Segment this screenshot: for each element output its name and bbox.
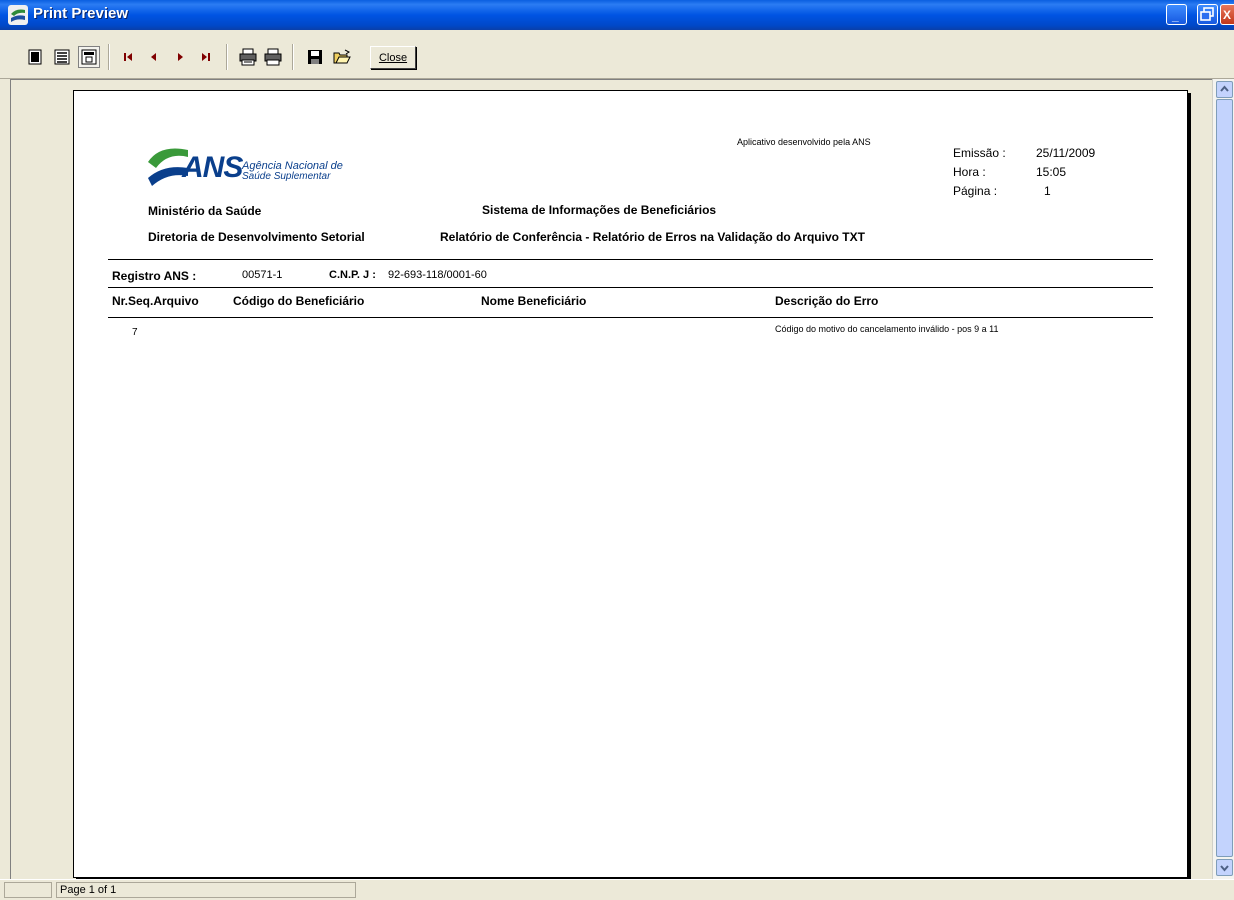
cnpj-label: C.N.P. J : — [329, 269, 376, 281]
scroll-up-icon — [1220, 85, 1229, 92]
app-note: Aplicativo desenvolvido pela ANS — [737, 137, 871, 147]
first-page-button[interactable] — [117, 46, 139, 68]
emissao-value: 25/11/2009 — [1036, 146, 1096, 160]
restore-button[interactable] — [1197, 4, 1218, 25]
column-header-codigo: Código do Beneficiário — [233, 294, 365, 308]
vertical-scrollbar[interactable] — [1212, 79, 1234, 879]
column-header-descricao: Descrição do Erro — [775, 294, 879, 308]
emissao-label: Emissão : — [953, 146, 1006, 160]
report-title: Relatório de Conferência - Relatório de … — [440, 230, 865, 244]
one-page-icon — [28, 49, 42, 65]
open-folder-icon — [333, 49, 351, 64]
print-button[interactable] — [262, 46, 284, 68]
close-window-button[interactable]: X — [1220, 4, 1234, 25]
registro-divider — [108, 287, 1153, 288]
last-page-icon — [202, 53, 210, 61]
scroll-down-button[interactable] — [1216, 859, 1233, 876]
pagina-label: Página : — [953, 184, 998, 198]
header-divider — [108, 259, 1153, 260]
pagina-value: 1 — [1044, 184, 1051, 198]
column-header-nome: Nome Beneficiário — [481, 294, 587, 308]
toolbar-separator — [226, 44, 228, 70]
logo-ans-text: ANS — [182, 151, 243, 184]
columns-divider — [108, 317, 1153, 318]
system-title: Sistema de Informações de Beneficiários — [482, 203, 717, 217]
save-disk-icon — [308, 50, 322, 64]
minimize-button[interactable]: _ — [1166, 4, 1187, 25]
hora-label: Hora : — [953, 165, 986, 179]
print-setup-button[interactable] — [237, 46, 259, 68]
next-page-button[interactable] — [169, 46, 191, 68]
save-button[interactable] — [304, 46, 326, 68]
column-header-seq: Nr.Seq.Arquivo — [112, 294, 199, 308]
printer-icon — [264, 48, 282, 66]
scroll-thumb[interactable] — [1216, 99, 1233, 857]
hora-value: 15:05 — [1036, 165, 1067, 179]
row-seq: 7 — [132, 327, 138, 338]
ministerio-text: Ministério da Saúde — [148, 204, 262, 218]
open-button[interactable] — [331, 46, 353, 68]
previous-page-icon — [151, 53, 156, 61]
first-page-icon — [124, 53, 132, 61]
status-bar: Page 1 of 1 — [0, 879, 1234, 900]
close-icon: X — [1223, 8, 1232, 22]
minimize-icon: _ — [1172, 9, 1179, 23]
page-indicator: Page 1 of 1 — [56, 882, 356, 898]
next-page-icon — [178, 53, 183, 61]
status-cell-empty — [4, 882, 52, 898]
scroll-up-button[interactable] — [1216, 81, 1233, 98]
page-width-icon — [54, 49, 70, 65]
logo-line2: Saúde Suplementar — [242, 171, 331, 182]
close-preview-button[interactable]: Close — [370, 46, 416, 69]
row-descricao: Código do motivo do cancelamento inválid… — [775, 324, 999, 334]
cnpj-value: 92-693-118/0001-60 — [388, 269, 487, 281]
page-width-view-button[interactable] — [51, 46, 73, 68]
printer-setup-icon — [239, 48, 257, 66]
one-page-view-button[interactable] — [24, 46, 46, 68]
title-bar: Print Preview _ X — [0, 0, 1234, 30]
diretoria-text: Diretoria de Desenvolvimento Setorial — [148, 230, 365, 244]
app-icon — [8, 5, 28, 25]
zoom-page-icon — [81, 49, 97, 65]
toolbar-separator — [108, 44, 110, 70]
registro-value: 00571-1 — [242, 269, 283, 281]
previous-page-button[interactable] — [143, 46, 165, 68]
last-page-button[interactable] — [195, 46, 217, 68]
close-preview-label: Close — [378, 51, 408, 64]
scroll-down-icon — [1220, 865, 1229, 872]
report-page: ANS Agência Nacional de Saúde Suplementa… — [73, 90, 1188, 878]
toolbar-separator — [292, 44, 294, 70]
registro-label: Registro ANS : — [112, 269, 197, 283]
zoom-100-view-button[interactable] — [78, 46, 100, 68]
window-title: Print Preview — [33, 5, 129, 22]
restore-icon — [1200, 7, 1214, 21]
toolbar: Close — [0, 30, 1234, 79]
